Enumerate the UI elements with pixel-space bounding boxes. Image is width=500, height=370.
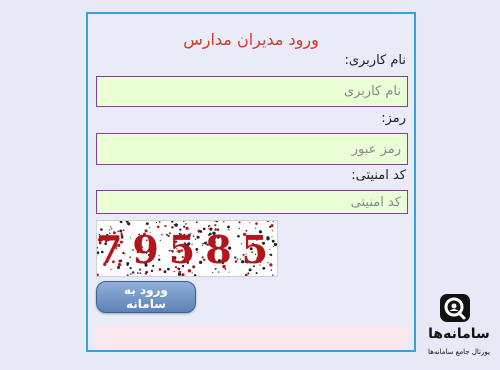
captcha-noise-dot: [272, 274, 274, 276]
captcha-noise-dot: [255, 222, 258, 225]
captcha-noise-dot: [137, 272, 139, 274]
captcha-noise-dot: [173, 224, 175, 226]
captcha-noise-dot: [247, 272, 250, 275]
captcha-noise-dot: [249, 222, 251, 224]
username-label: نام کاربری:: [344, 53, 406, 68]
captcha-noise-dot: [119, 220, 123, 224]
username-input[interactable]: [96, 76, 408, 107]
captcha-text: 79585: [97, 227, 277, 272]
captcha-noise-dot: [139, 272, 142, 274]
captcha-noise-dot: [215, 220, 218, 223]
captcha-noise-dot: [244, 273, 248, 277]
captcha-noise-dot: [171, 220, 174, 223]
captcha-noise-dot: [267, 220, 269, 222]
logo-name: سامانه‌ها: [428, 326, 490, 342]
captcha-noise-dot: [130, 273, 132, 275]
captcha-noise-dot: [214, 224, 217, 227]
captcha-noise-dot: [193, 274, 197, 277]
login-panel: ورود مدیران مدارس نام کاربری: رمز: کد ام…: [86, 12, 416, 352]
captcha-noise-dot: [158, 221, 161, 223]
captcha-noise-dot: [149, 275, 151, 277]
captcha-noise-dot: [255, 272, 258, 275]
captcha-noise-dot: [214, 220, 216, 222]
login-button[interactable]: ورود به سامانه: [96, 281, 196, 313]
captcha-noise-dot: [183, 220, 185, 223]
captcha-graphic: 79585: [96, 219, 278, 277]
captcha-noise-dot: [145, 222, 149, 225]
samaneha-logo: سامانه‌ها پورتال جامع سامانه‌ها: [421, 292, 497, 368]
captcha-noise-dot: [191, 272, 193, 274]
page-title: ورود مدیران مدارس: [183, 30, 319, 49]
security-code-label: کد امنیتی:: [351, 168, 406, 183]
captcha-noise-dot: [223, 221, 225, 223]
captcha-noise-dot: [195, 221, 198, 224]
captcha-image: 79585: [96, 219, 278, 277]
captcha-noise-dot: [272, 220, 274, 222]
captcha-noise-dot: [96, 273, 99, 276]
captcha-noise-dot: [155, 221, 158, 224]
captcha-noise-dot: [238, 221, 241, 224]
captcha-noise-dot: [144, 272, 147, 275]
message-bar: [96, 326, 408, 350]
logo-subtitle: پورتال جامع سامانه‌ها: [428, 348, 490, 356]
captcha-noise-dot: [126, 274, 129, 277]
password-input[interactable]: [96, 133, 408, 165]
captcha-noise-dot: [212, 272, 214, 274]
captcha-noise-dot: [181, 273, 185, 277]
captcha-noise-dot: [185, 223, 187, 225]
security-code-input[interactable]: [96, 190, 408, 214]
magnifier-icon: [440, 294, 470, 322]
password-label: رمز:: [381, 111, 406, 126]
